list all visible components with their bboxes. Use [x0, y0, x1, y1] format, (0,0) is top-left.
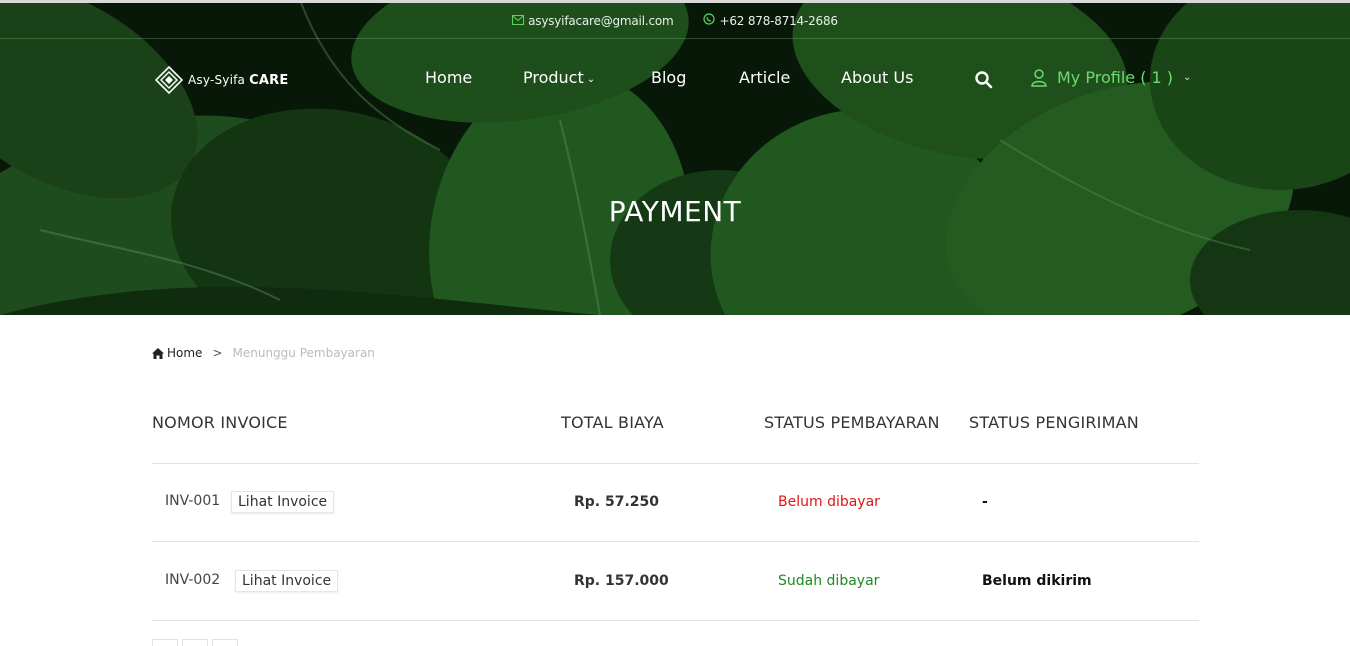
profile-label: My Profile ( 1 ) — [1057, 68, 1174, 87]
logo-text-prefix: Asy-Syifa — [188, 72, 246, 87]
pagination-button[interactable] — [182, 639, 208, 646]
breadcrumb-current: Menunggu Pembayaran — [232, 346, 375, 360]
breadcrumb-home-label: Home — [167, 346, 203, 360]
view-invoice-button[interactable]: Lihat Invoice — [231, 491, 335, 513]
shipping-status: - — [982, 494, 988, 510]
pagination-button[interactable] — [152, 639, 178, 646]
user-icon — [1031, 68, 1047, 87]
envelope-icon — [512, 14, 525, 28]
nav-blog[interactable]: Blog — [651, 68, 686, 87]
home-icon — [152, 347, 164, 359]
site-logo[interactable]: Asy-Syifa CARE — [155, 66, 288, 94]
logo-icon — [155, 66, 183, 94]
my-profile-menu[interactable]: My Profile ( 1 ) ⌄ — [1031, 68, 1191, 87]
phone-contact[interactable]: +62 878-8714-2686 — [703, 13, 838, 28]
payment-status: Sudah dibayar — [778, 573, 880, 589]
nav-about-us[interactable]: About Us — [841, 68, 913, 87]
pagination-button[interactable] — [212, 639, 238, 646]
total-cost: Rp. 157.000 — [574, 573, 669, 589]
whatsapp-icon — [703, 13, 716, 28]
invoice-number: INV-001 — [165, 493, 221, 509]
view-invoice-button[interactable]: Lihat Invoice — [235, 570, 339, 592]
invoice-number: INV-002 — [165, 572, 221, 588]
header-total-cost: TOTAL BIAYA — [561, 413, 664, 432]
logo-text: Asy-Syifa CARE — [188, 73, 288, 88]
row-divider — [152, 463, 1199, 464]
row-divider — [152, 541, 1199, 542]
logo-text-bold: CARE — [249, 72, 289, 88]
payment-status: Belum dibayar — [778, 494, 880, 510]
breadcrumb-separator: > — [212, 346, 223, 360]
header-shipping-status: STATUS PENGIRIMAN — [969, 413, 1139, 432]
total-cost: Rp. 57.250 — [574, 494, 660, 510]
chevron-down-icon: ⌄ — [586, 74, 596, 85]
email-text: asysyifacare@gmail.com — [528, 13, 674, 28]
contact-bar: asysyifacare@gmail.com +62 878-8714-2686 — [0, 3, 1350, 39]
nav-article[interactable]: Article — [739, 68, 790, 87]
hero-overlay — [0, 0, 1350, 315]
chevron-down-icon: ⌄ — [1183, 72, 1192, 83]
header-payment-status: STATUS PEMBAYARAN — [764, 413, 940, 432]
shipping-status: Belum dikirim — [982, 573, 1092, 589]
header-invoice-number: NOMOR INVOICE — [152, 413, 288, 432]
nav-product-label: Product — [523, 68, 584, 87]
hero-banner: asysyifacare@gmail.com +62 878-8714-2686… — [0, 0, 1350, 315]
breadcrumb: Home > Menunggu Pembayaran — [152, 346, 375, 360]
breadcrumb-home[interactable]: Home — [152, 346, 202, 360]
nav-product[interactable]: Product ⌄ — [523, 68, 595, 87]
search-icon[interactable] — [974, 70, 994, 90]
nav-home[interactable]: Home — [425, 68, 472, 87]
phone-text: +62 878-8714-2686 — [719, 13, 838, 28]
row-divider — [152, 620, 1199, 621]
email-contact[interactable]: asysyifacare@gmail.com — [512, 13, 674, 28]
page-title: PAYMENT — [608, 195, 742, 228]
